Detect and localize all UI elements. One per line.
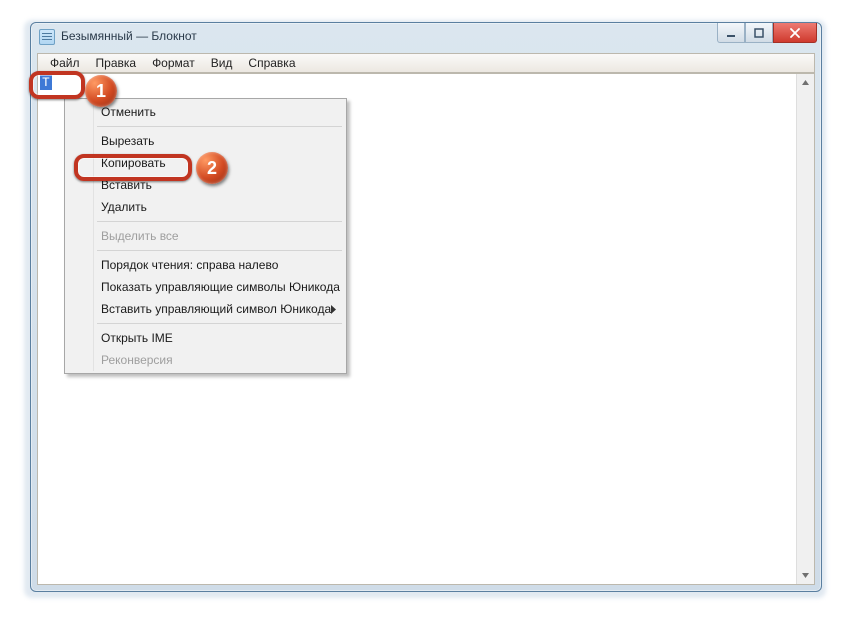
ctx-show-unicode[interactable]: Показать управляющие символы Юникода — [67, 276, 344, 298]
menu-format[interactable]: Формат — [144, 54, 203, 72]
scroll-up-icon[interactable] — [798, 74, 813, 91]
context-menu: Отменить Вырезать Копировать Вставить Уд… — [64, 98, 347, 374]
ctx-delete[interactable]: Удалить — [67, 196, 344, 218]
close-button[interactable] — [773, 23, 817, 43]
ctx-select-all[interactable]: Выделить все — [67, 225, 344, 247]
ctx-open-ime[interactable]: Открыть IME — [67, 327, 344, 349]
menu-view[interactable]: Вид — [203, 54, 241, 72]
ctx-separator — [97, 323, 342, 324]
ctx-separator — [97, 126, 342, 127]
minimize-button[interactable] — [717, 23, 745, 43]
window-title: Безымянный — Блокнот — [61, 29, 197, 43]
vertical-scrollbar[interactable] — [796, 74, 814, 584]
menu-edit[interactable]: Правка — [88, 54, 145, 72]
ctx-paste[interactable]: Вставить — [67, 174, 344, 196]
ctx-cut[interactable]: Вырезать — [67, 130, 344, 152]
window-controls — [717, 23, 817, 43]
ctx-reading-order[interactable]: Порядок чтения: справа налево — [67, 254, 344, 276]
ctx-separator — [97, 221, 342, 222]
maximize-button[interactable] — [745, 23, 773, 43]
ctx-undo[interactable]: Отменить — [67, 101, 344, 123]
menu-bar: Файл Правка Формат Вид Справка — [37, 53, 815, 73]
ctx-copy[interactable]: Копировать — [67, 152, 344, 174]
selected-text: T — [40, 75, 52, 90]
notepad-app-icon — [39, 29, 55, 45]
scroll-down-icon[interactable] — [798, 567, 813, 584]
submenu-arrow-icon — [330, 298, 336, 320]
ctx-reconversion[interactable]: Реконверсия — [67, 349, 344, 371]
ctx-insert-unicode[interactable]: Вставить управляющий символ Юникода — [67, 298, 344, 320]
ctx-separator — [97, 250, 342, 251]
menu-help[interactable]: Справка — [240, 54, 303, 72]
titlebar[interactable]: Безымянный — Блокнот — [31, 23, 821, 51]
ctx-insert-unicode-label: Вставить управляющий символ Юникода — [101, 302, 331, 316]
menu-file[interactable]: Файл — [42, 54, 88, 72]
